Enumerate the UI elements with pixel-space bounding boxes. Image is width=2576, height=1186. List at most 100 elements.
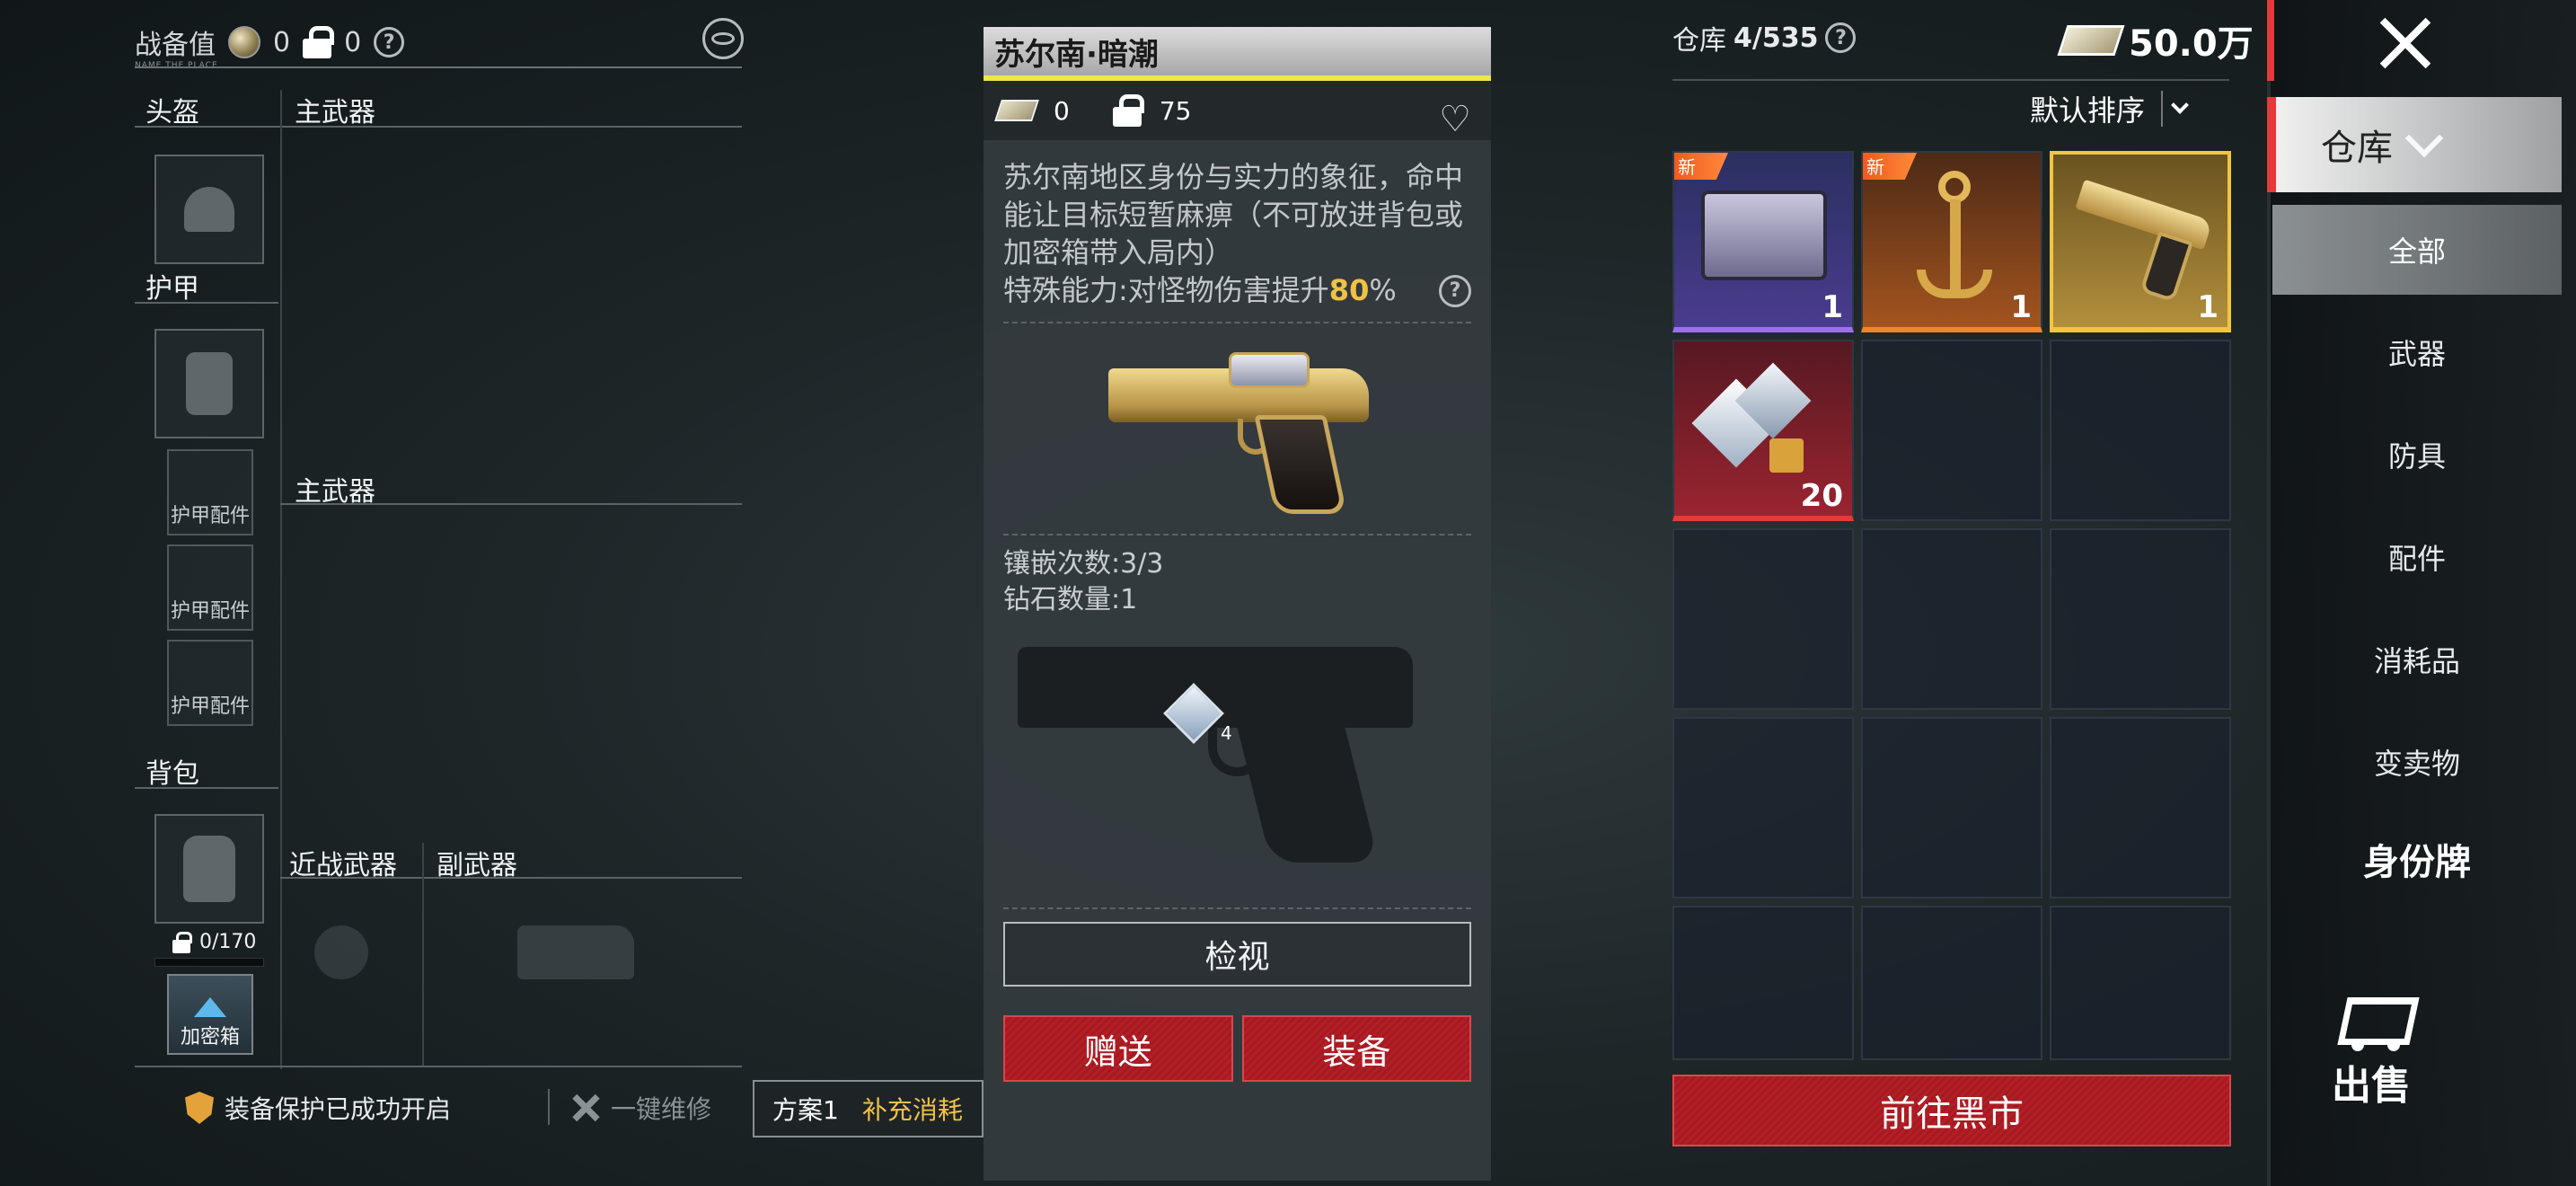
item-locked-value: 75	[1159, 95, 1192, 126]
gift-button[interactable]: 赠送	[1003, 1015, 1233, 1082]
divider	[1003, 907, 1471, 909]
empty-slot[interactable]	[1861, 340, 2042, 521]
empty-slot[interactable]	[1672, 528, 1854, 710]
diamond-slot-number: 4	[1221, 722, 1232, 744]
help-icon[interactable]: ?	[1825, 22, 1857, 53]
cash-icon	[2057, 25, 2125, 56]
capacity-value: 0/170	[199, 931, 257, 953]
empty-slot[interactable]	[1672, 717, 1854, 898]
divider	[422, 843, 424, 1067]
pistol-placeholder-icon	[517, 925, 634, 979]
supply-case-icon	[1701, 190, 1827, 280]
primary-weapon-label: 主武器	[295, 97, 375, 128]
backpack-slot[interactable]	[154, 814, 264, 924]
helmet-icon	[184, 187, 234, 232]
lock-icon	[303, 26, 335, 58]
warehouse-tab[interactable]: 仓库	[2267, 97, 2562, 192]
ability-suffix: %	[1369, 273, 1397, 307]
item-description: 苏尔南地区身份与实力的象征，命中能让目标短暂麻痹（不可放进背包或加密箱带入局内）…	[984, 140, 1491, 309]
secure-box-label: 加密箱	[180, 1026, 240, 1049]
sort-dropdown[interactable]: 默认排序	[2030, 88, 2197, 129]
helmet-slot[interactable]	[154, 155, 264, 264]
golden-pistol-icon	[1103, 343, 1372, 514]
divider	[135, 66, 742, 68]
category-weapons[interactable]: 武器	[2272, 307, 2562, 397]
category-attachments[interactable]: 配件	[2272, 512, 2562, 602]
item-image	[984, 323, 1491, 534]
backpack-capacity: 0/170	[172, 931, 256, 953]
help-icon[interactable]: ?	[374, 27, 405, 58]
divider	[135, 787, 278, 789]
divider	[1672, 79, 2229, 81]
item-name: 苏尔南·暗潮	[984, 27, 1491, 81]
help-icon[interactable]: ?	[1439, 275, 1471, 307]
repair-all-button[interactable]: 一键维修	[569, 1075, 711, 1141]
empty-slot[interactable]	[1672, 906, 1854, 1060]
equip-button[interactable]: 装备	[1241, 1015, 1471, 1082]
coin-icon	[228, 26, 260, 58]
item-count: 1	[1822, 289, 1843, 325]
divider	[548, 1089, 550, 1125]
empty-slot[interactable]	[2050, 528, 2231, 710]
backpack-label: 背包	[146, 758, 199, 790]
black-market-button[interactable]: 前往黑市	[1672, 1075, 2231, 1146]
refill-label[interactable]: 补充消耗	[862, 1091, 963, 1127]
armor-attachment-slot[interactable]: 护甲配件	[167, 640, 253, 726]
empty-slot[interactable]	[2050, 717, 2231, 898]
secure-box-slot[interactable]: 加密箱	[167, 974, 253, 1055]
item-detail-panel: 苏尔南·暗潮 0 75 ♡ 苏尔南地区身份与实力的象征，命中能让目标短暂麻痹（不…	[984, 27, 1491, 1181]
shield-icon	[185, 1092, 214, 1124]
category-sellables[interactable]: 变卖物	[2272, 717, 2562, 807]
empty-slot[interactable]	[1861, 906, 2042, 1060]
divider	[280, 90, 282, 1069]
ability-prefix: 特殊能力:对怪物伤害提升	[1003, 273, 1329, 307]
divider	[135, 302, 278, 304]
accent-bar	[2267, 0, 2274, 81]
helmet-label: 头盔	[146, 97, 199, 128]
chevron-down-icon	[2161, 91, 2197, 127]
inspect-button[interactable]: 检视	[1003, 922, 1471, 987]
new-badge: 新	[1674, 153, 1728, 180]
inventory-item[interactable]: 新 1	[1861, 151, 2042, 332]
item-count: 20	[1800, 478, 1843, 514]
id-tag-tab[interactable]: 身份牌	[2272, 823, 2562, 895]
category-consumables[interactable]: 消耗品	[2272, 615, 2562, 704]
combat-value-header: 战备值 0 0 ?	[135, 20, 405, 65]
header-subtitle: NAME THE PLACE	[135, 61, 218, 70]
secondary-slot[interactable]	[517, 925, 634, 979]
category-armor[interactable]: 防具	[2272, 410, 2562, 500]
cash-icon	[994, 100, 1039, 121]
eye-icon[interactable]	[702, 18, 744, 59]
category-all[interactable]: 全部	[2272, 205, 2562, 295]
description-text: 苏尔南地区身份与实力的象征，命中能让目标短暂麻痹（不可放进背包或加密箱带入局内）	[1003, 160, 1464, 270]
inventory-item[interactable]: 新 1	[1672, 151, 1854, 332]
inventory-item[interactable]: 20	[1672, 340, 1854, 521]
upgrade-arrow-icon	[194, 997, 226, 1017]
divider	[135, 126, 742, 128]
warehouse-header: 仓库 4/535 ?	[1672, 18, 1857, 58]
empty-slot[interactable]	[1861, 717, 2042, 898]
melee-slot[interactable]	[314, 925, 368, 979]
warehouse-capacity: 4/535	[1734, 22, 1819, 54]
inlay-info: 镶嵌次数:3/3 钻石数量:1	[984, 535, 1491, 629]
armor-slot[interactable]	[154, 329, 264, 438]
armor-label: 护甲	[146, 273, 199, 305]
plan-selector[interactable]: 方案1 补充消耗	[753, 1080, 984, 1137]
lock-icon	[1112, 94, 1144, 127]
empty-slot[interactable]	[1861, 528, 2042, 710]
empty-slot[interactable]	[2050, 906, 2231, 1060]
backpack-icon	[183, 836, 235, 902]
item-stats: 0 75	[984, 81, 1491, 140]
repair-icon	[569, 1092, 602, 1124]
close-icon[interactable]	[2373, 11, 2438, 75]
warehouse-label: 仓库	[1672, 25, 1726, 57]
inventory-item-selected[interactable]: 1	[2050, 151, 2231, 332]
sort-label: 默认排序	[2030, 93, 2146, 128]
favorite-heart-icon[interactable]: ♡	[1439, 99, 1471, 140]
armor-attachment-slot[interactable]: 护甲配件	[167, 449, 253, 535]
sell-button[interactable]: 出售	[2317, 988, 2425, 1123]
armor-attachment-slot[interactable]: 护甲配件	[167, 544, 253, 631]
empty-slot[interactable]	[2050, 340, 2231, 521]
new-badge: 新	[1863, 153, 1917, 180]
lock-icon	[172, 931, 192, 953]
